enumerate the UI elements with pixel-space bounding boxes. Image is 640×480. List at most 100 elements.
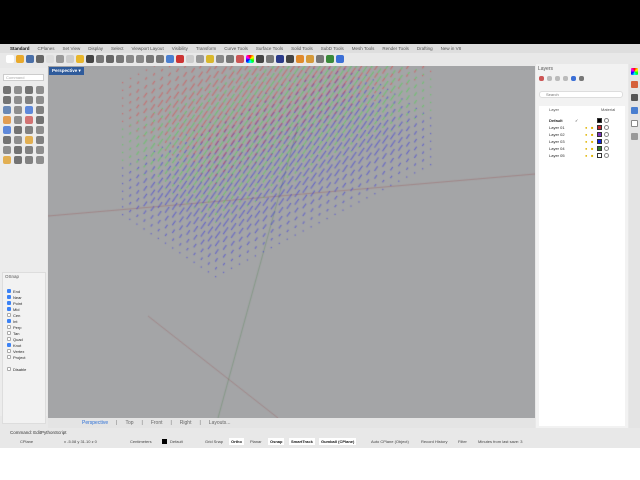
tool-icon[interactable] [14, 136, 22, 144]
tool-icon[interactable] [3, 116, 11, 124]
layer-color-swatch[interactable] [597, 125, 602, 130]
tab-top[interactable]: Top [125, 420, 133, 426]
toolbar-tab[interactable]: Mesh Tools [352, 46, 375, 51]
toolbar-button-icon[interactable] [236, 55, 244, 63]
tool-icon[interactable] [36, 96, 44, 104]
layer-color-swatch[interactable] [597, 153, 602, 158]
menu-icon[interactable] [579, 76, 584, 81]
toolbar-button-icon[interactable] [326, 55, 334, 63]
material-icon[interactable] [604, 153, 609, 158]
layer-row[interactable]: Layer 05 ● ■ [539, 152, 625, 159]
tool-icon[interactable] [14, 106, 22, 114]
move-up-icon[interactable] [563, 76, 568, 81]
lock-icon[interactable]: ■ [591, 125, 593, 130]
material-icon[interactable] [604, 132, 609, 137]
material-icon[interactable] [604, 146, 609, 151]
toolbar-button-icon[interactable] [276, 55, 284, 63]
toolbar-tab[interactable]: Display [88, 46, 103, 51]
tool-icon[interactable] [3, 86, 11, 94]
lightbulb-icon[interactable]: ● [585, 153, 587, 158]
checkbox[interactable] [7, 319, 11, 323]
osnap-toggle[interactable]: Osnap [268, 438, 285, 445]
checkbox[interactable] [7, 331, 11, 335]
perspective-viewport[interactable]: Perspective ▾ [48, 66, 535, 418]
toolbar-tab[interactable]: Standard [10, 46, 30, 51]
tool-icon[interactable] [14, 126, 22, 134]
new-layer-icon[interactable] [539, 76, 544, 81]
toolbar-button-icon[interactable] [46, 55, 54, 63]
tool-icon[interactable] [3, 96, 11, 104]
toolbar-button-icon[interactable] [176, 55, 184, 63]
delete-layer-icon[interactable] [555, 76, 560, 81]
toolbar-button-icon[interactable] [26, 55, 34, 63]
planar-toggle[interactable]: Planar [250, 439, 262, 444]
layer-color-swatch[interactable] [597, 132, 602, 137]
toolbar-button-icon[interactable] [36, 55, 44, 63]
checkbox[interactable] [7, 343, 11, 347]
tab-layouts[interactable]: Layouts... [209, 420, 231, 426]
checkbox[interactable] [7, 289, 11, 293]
toolbar-button-icon[interactable] [186, 55, 194, 63]
point-cloud-canvas[interactable] [48, 66, 535, 418]
checkbox[interactable] [7, 295, 11, 299]
toolbar-button-icon[interactable] [96, 55, 104, 63]
toolbar-button-icon[interactable] [136, 55, 144, 63]
tool-icon[interactable] [14, 146, 22, 154]
gumball-toggle[interactable]: Gumball (CPlane) [319, 438, 357, 445]
toolbar-button-icon[interactable] [106, 55, 114, 63]
smarttrack-toggle[interactable]: SmartTrack [289, 438, 315, 445]
toolbar-button-icon[interactable] [316, 55, 324, 63]
copy-layer-icon[interactable] [547, 76, 552, 81]
layer-row[interactable]: Layer 02 ● ■ [539, 131, 625, 138]
toolbar-button-icon[interactable] [226, 55, 234, 63]
material-icon[interactable] [604, 139, 609, 144]
checkbox[interactable] [7, 367, 11, 371]
tool-icon[interactable] [25, 106, 33, 114]
status-layer[interactable]: Default [170, 439, 183, 444]
notes-icon[interactable] [631, 120, 638, 127]
checkbox[interactable] [7, 349, 11, 353]
toolbar-tab[interactable]: Transform [196, 46, 216, 51]
lightbulb-icon[interactable]: ● [585, 146, 587, 151]
tab-perspective[interactable]: Perspective [82, 420, 108, 426]
tool-icon[interactable] [25, 146, 33, 154]
toolbar-button-icon[interactable] [16, 55, 24, 63]
layer-row[interactable]: Default ✓ [539, 117, 625, 124]
layer-row[interactable]: Layer 04 ● ■ [539, 145, 625, 152]
toolbar-button-icon[interactable] [146, 55, 154, 63]
toolbar-tab[interactable]: Viewport Layout [132, 46, 164, 51]
tool-icon[interactable] [36, 116, 44, 124]
toolbar-button-icon[interactable] [266, 55, 274, 63]
tool-icon[interactable] [36, 106, 44, 114]
layer-color-swatch[interactable] [597, 139, 602, 144]
toolbar-button-icon[interactable] [116, 55, 124, 63]
toolbar-button-icon[interactable] [66, 55, 74, 63]
tool-icon[interactable] [14, 86, 22, 94]
lock-icon[interactable]: ■ [591, 146, 593, 151]
toolbar-button-icon[interactable] [76, 55, 84, 63]
toolbar-button-icon[interactable] [166, 55, 174, 63]
command-input[interactable]: Command [3, 74, 44, 81]
toolbar-tab[interactable]: Select [111, 46, 124, 51]
materials-icon[interactable] [631, 133, 638, 140]
named-views-icon[interactable] [631, 107, 638, 114]
toolbar-button-icon[interactable] [286, 55, 294, 63]
status-units[interactable]: Centimeters [130, 439, 152, 444]
toolbar-tab[interactable]: Drafting [417, 46, 433, 51]
toolbar-tab[interactable]: New in V8 [441, 46, 462, 51]
tool-icon[interactable] [36, 146, 44, 154]
material-icon[interactable] [604, 125, 609, 130]
tool-icon[interactable] [25, 116, 33, 124]
ortho-toggle[interactable]: Ortho [229, 438, 244, 445]
toolbar-tab[interactable]: SubD Tools [321, 46, 344, 51]
material-icon[interactable] [604, 118, 609, 123]
osnap-disable[interactable]: Disable [3, 366, 45, 372]
tool-icon[interactable] [36, 156, 44, 164]
lightbulb-icon[interactable]: ● [585, 139, 587, 144]
tool-icon[interactable] [36, 136, 44, 144]
toolbar-button-icon[interactable] [156, 55, 164, 63]
toolbar-button-icon[interactable] [196, 55, 204, 63]
toolbar-button-icon[interactable] [246, 55, 254, 63]
toolbar-button-icon[interactable] [126, 55, 134, 63]
lightbulb-icon[interactable]: ● [585, 132, 587, 137]
